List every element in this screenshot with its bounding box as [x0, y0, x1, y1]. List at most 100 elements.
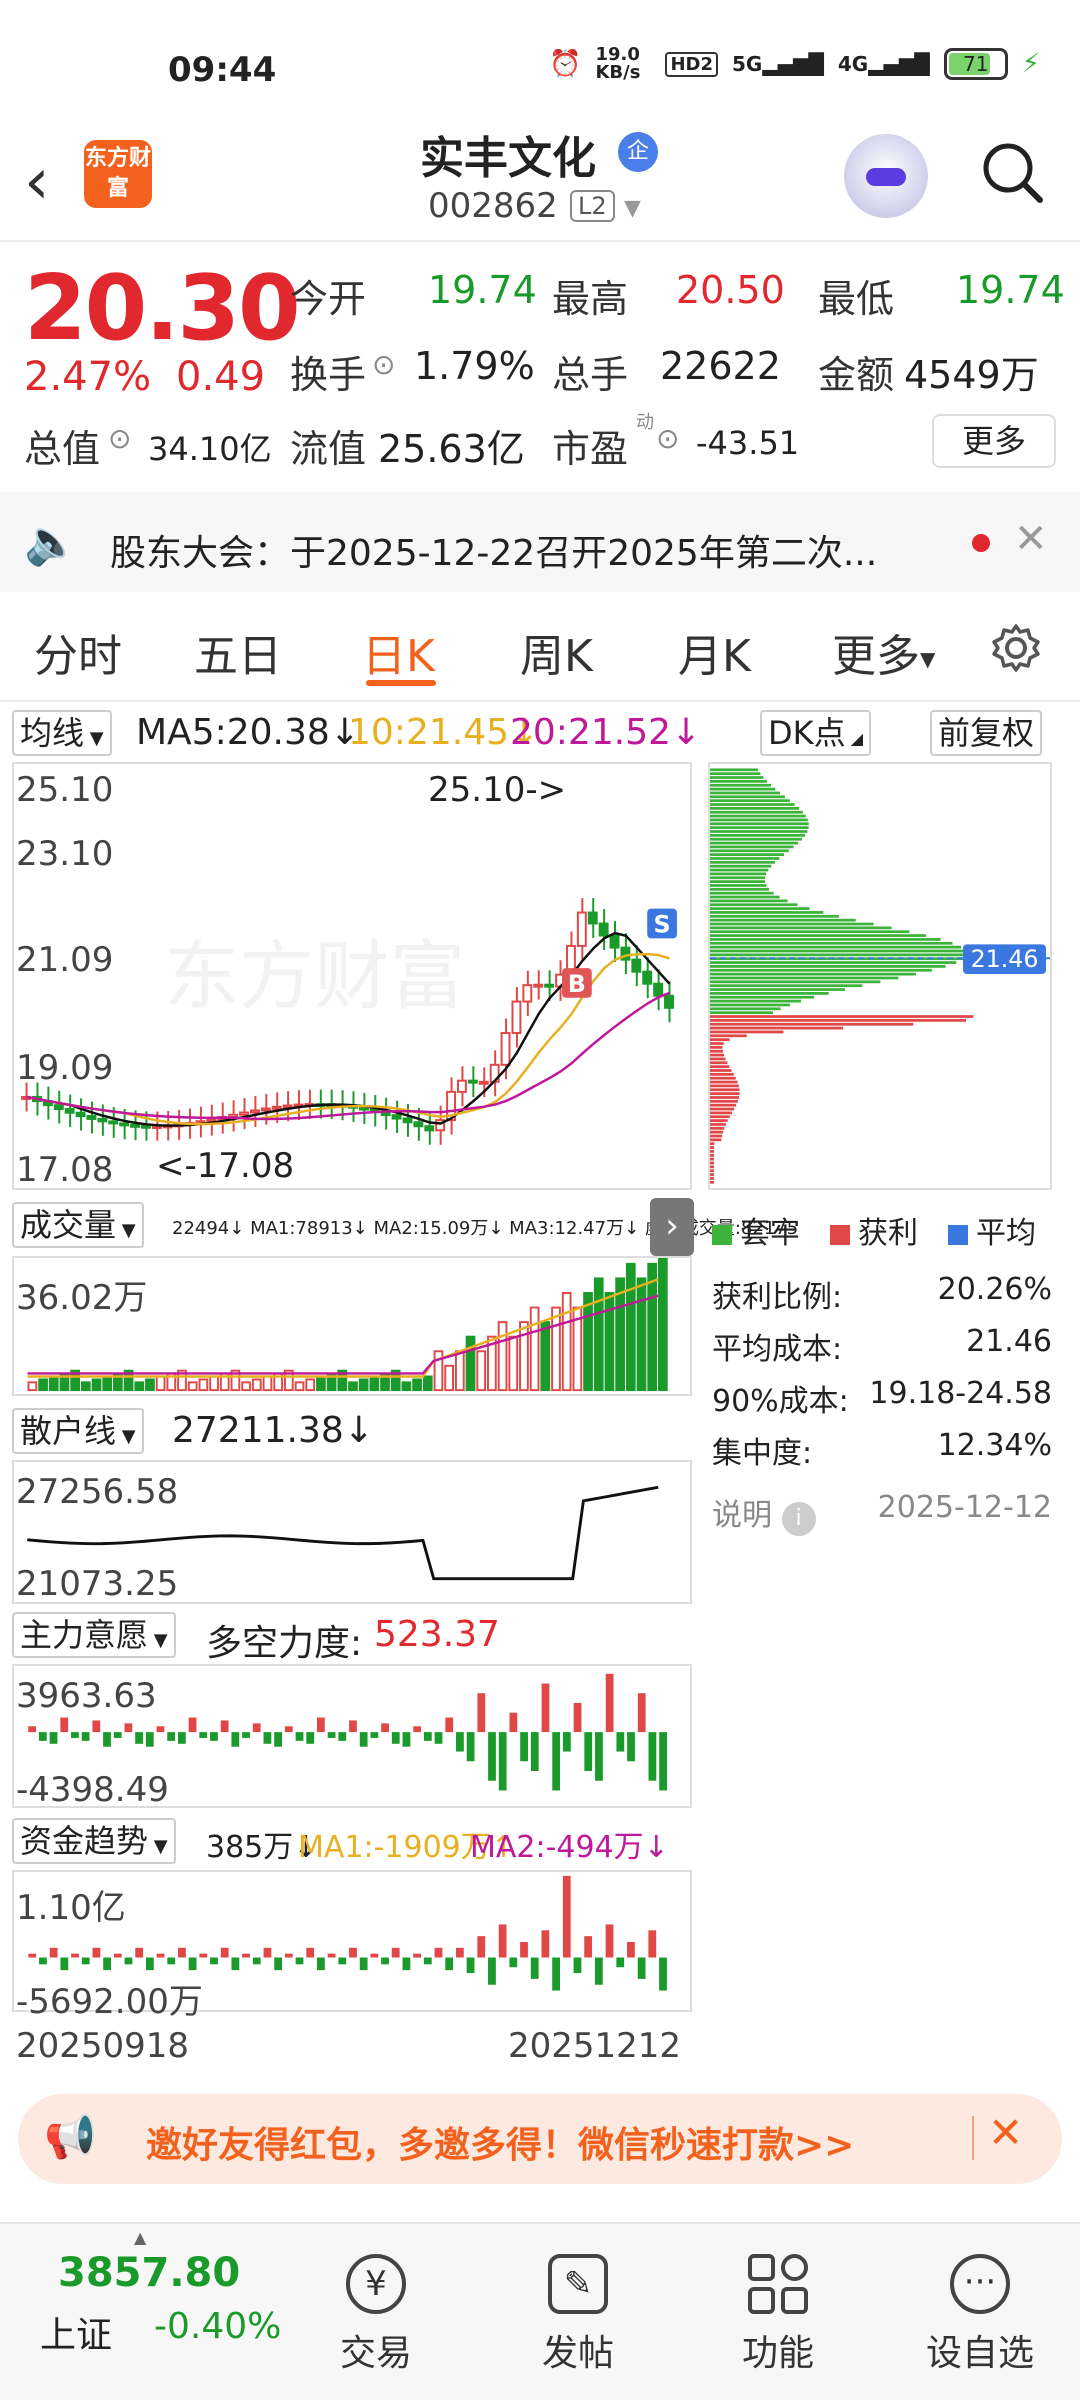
more-quote-button[interactable]: 更多 — [932, 414, 1056, 468]
fund-bar — [605, 1924, 614, 1958]
chip-bar — [710, 814, 806, 818]
code-dropdown-icon[interactable]: ▼ — [624, 196, 641, 221]
index-name[interactable]: 上证 — [40, 2306, 112, 2358]
fund-bar — [391, 1947, 400, 1958]
main-force-bar — [167, 1732, 176, 1741]
tab-monthly-k[interactable]: 月K — [678, 620, 751, 684]
index-value[interactable]: 3857.80 — [58, 2250, 240, 2296]
chip-bar — [710, 1080, 738, 1084]
pe-dynamic-sup: 动 — [636, 412, 654, 433]
fund-bar — [60, 1957, 69, 1971]
chip-bar — [710, 768, 758, 772]
mktcap-label: 总值 — [24, 427, 101, 471]
ma-selector[interactable]: 均线 ▼ — [12, 710, 112, 756]
candle — [239, 1098, 249, 1130]
stat-note[interactable]: 说明 i 2025-12-12 — [712, 1490, 1052, 1536]
nav-post[interactable]: ✎ 发帖 — [508, 2254, 648, 2376]
volume-bar — [358, 1378, 369, 1392]
invite-banner-text[interactable]: 邀好友得红包，多邀多得！微信秒速打款>> — [146, 2116, 854, 2168]
notice-text[interactable]: 股东大会：于2025-12-22召开2025年第二次... — [110, 524, 877, 576]
settings-gear-icon[interactable] — [990, 622, 1042, 674]
chip-bar — [710, 895, 780, 899]
tab-timeshare[interactable]: 分时 — [34, 620, 122, 684]
chip-bar — [710, 938, 941, 941]
nav-trade[interactable]: ¥ 交易 — [306, 2254, 446, 2376]
volume-bar — [593, 1277, 604, 1392]
chip-bar — [710, 1138, 722, 1142]
fund-bar — [488, 1957, 496, 1985]
watermark: 东方财富 — [164, 934, 465, 1018]
tab-more[interactable]: 更多▼ — [832, 620, 935, 684]
volume-stats: 22494↓ MA1:78913↓ MA2:15.09万↓ MA3:12.47万… — [172, 1218, 799, 1239]
volume-bar — [134, 1381, 145, 1392]
main-force-selector[interactable]: 主力意愿 ▼ — [12, 1612, 176, 1658]
tab-weekly-k[interactable]: 周K — [520, 620, 593, 684]
speaker-icon: 🔈 — [24, 517, 79, 568]
fund-bar — [520, 1941, 528, 1958]
stock-code: 002862 — [428, 186, 558, 226]
main-force-bar — [552, 1732, 561, 1791]
chip-bar — [710, 857, 780, 860]
chip-bar — [710, 833, 806, 837]
kline-chart[interactable]: 东方财富 B S — [12, 762, 692, 1190]
info-icon: i — [781, 1502, 816, 1536]
main-force-bar — [541, 1683, 550, 1733]
chip-bar — [710, 806, 800, 810]
volume-bar — [209, 1375, 219, 1392]
nav-functions[interactable]: 功能 — [708, 2254, 848, 2376]
chip-bar — [710, 837, 802, 841]
pe-label: 市盈 — [552, 427, 629, 471]
chip-bar — [710, 965, 946, 968]
chip-bar — [710, 1042, 724, 1045]
grid-icon — [748, 2254, 808, 2314]
volume-bar — [369, 1375, 380, 1392]
tab-five-day[interactable]: 五日 — [194, 620, 282, 684]
chip-bar — [710, 1045, 723, 1049]
main-force-bar — [498, 1732, 507, 1791]
bull-bear-value: 523.37 — [374, 1614, 500, 1655]
candle — [489, 1050, 500, 1097]
more-dots-icon: ··· — [950, 2254, 1010, 2314]
app-logo[interactable]: 东方财富 — [84, 140, 152, 208]
chip-bar — [710, 1053, 725, 1057]
main-force-bar — [627, 1732, 635, 1762]
banner-close-icon[interactable]: ✕ — [988, 2108, 1023, 2157]
main-force-bar — [71, 1732, 79, 1738]
fund-bar — [466, 1957, 475, 1974]
expand-arrow-button[interactable]: › — [650, 1198, 694, 1256]
stock-name: 实丰文化 — [420, 133, 596, 184]
main-force-bar — [103, 1732, 111, 1747]
volume-bar — [412, 1378, 422, 1392]
notice-close-icon[interactable]: ✕ — [1014, 516, 1048, 562]
chip-bar — [710, 872, 767, 876]
assistant-avatar[interactable] — [844, 134, 928, 218]
kline-y-label: 25.10 — [16, 770, 114, 810]
turnover-info-icon[interactable]: ⊙ — [372, 348, 395, 381]
main-force-bar — [637, 1693, 646, 1733]
dk-point-button[interactable]: DK点 ◢ — [760, 710, 872, 756]
search-icon[interactable] — [980, 140, 1044, 204]
chip-bar — [710, 999, 802, 1003]
level2-badge[interactable]: L2 — [570, 190, 615, 222]
tab-daily-k[interactable]: 日K — [362, 620, 435, 684]
chip-bar — [710, 1169, 714, 1173]
chip-bar — [710, 791, 781, 795]
back-button[interactable]: ‹ — [24, 145, 50, 219]
mktcap-info-icon[interactable]: ⊙ — [108, 422, 131, 455]
volume-bar — [444, 1364, 454, 1392]
unread-dot — [972, 534, 990, 552]
index-change[interactable]: -0.40% — [154, 2306, 281, 2347]
expand-up-icon[interactable]: ▲ — [134, 2228, 146, 2247]
chip-bar — [710, 926, 892, 930]
pe-info-icon[interactable]: ⊙ — [656, 422, 679, 455]
fund-bar — [135, 1947, 144, 1958]
chip-bar — [710, 1022, 914, 1026]
candle — [533, 970, 544, 1000]
fund-trend-selector[interactable]: 资金趋势 ▼ — [12, 1818, 176, 1864]
nav-watchlist[interactable]: ··· 设自选 — [910, 2254, 1050, 2376]
retail-selector[interactable]: 散户线 ▼ — [12, 1408, 144, 1454]
chip-bar — [710, 934, 926, 937]
adjust-button[interactable]: 前复权 — [930, 710, 1043, 756]
volume-selector[interactable]: 成交量 ▼ — [12, 1202, 144, 1248]
chip-distribution-chart[interactable]: 21.46 — [708, 762, 1052, 1190]
